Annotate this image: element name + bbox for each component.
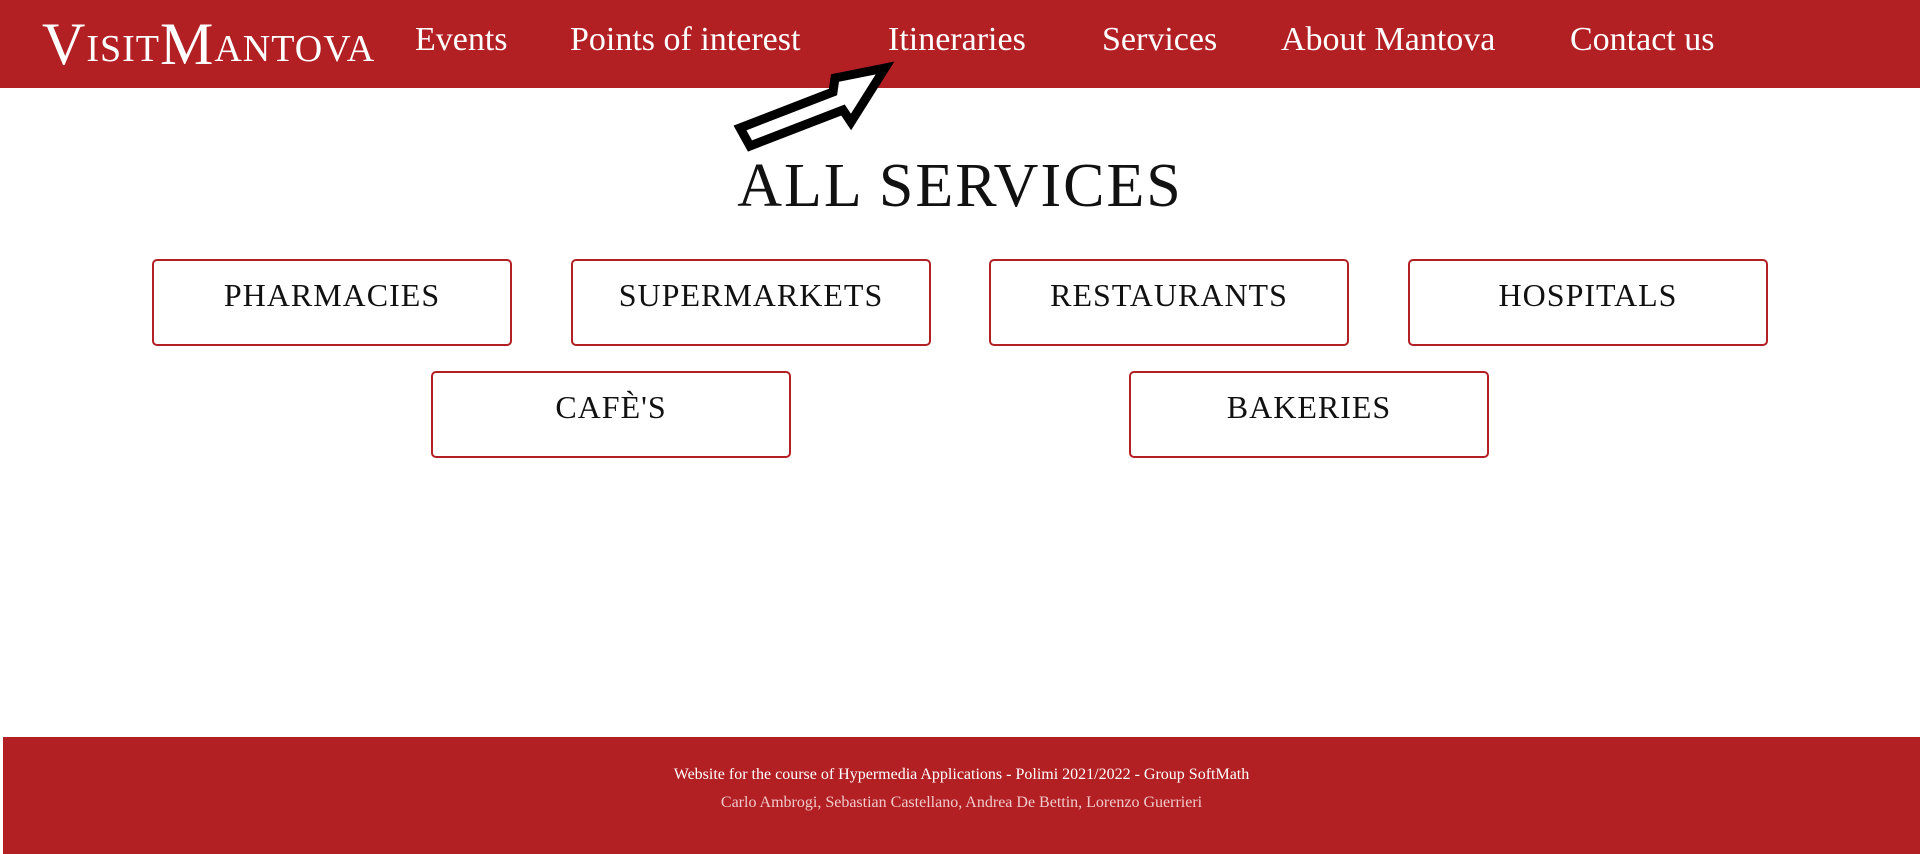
footer-authors: Carlo Ambrogi, Sebastian Castellano, And… <box>720 794 1203 811</box>
page-title: All services <box>737 152 1183 220</box>
top-navigation-bar: Visit Mantova Events Points of interest I… <box>0 0 1920 88</box>
footer-course-info: Website for the course of Hypermedia App… <box>673 766 1250 783</box>
logo-text: antova <box>214 28 376 70</box>
service-button-cafes[interactable]: Cafè's <box>431 371 791 458</box>
logo-letter: V <box>42 11 87 77</box>
nav-link-contact-us[interactable]: Contact us <box>1570 18 1714 62</box>
page-footer: Website for the course of Hypermedia App… <box>3 737 1920 854</box>
logo-letter: M <box>160 11 215 77</box>
nav-link-about-mantova[interactable]: About Mantova <box>1281 18 1495 62</box>
nav-link-points-of-interest[interactable]: Points of interest <box>570 18 800 62</box>
site-logo[interactable]: Visit Mantova <box>42 4 375 74</box>
service-button-hospitals[interactable]: Hospitals <box>1408 259 1768 346</box>
service-button-pharmacies[interactable]: Pharmacies <box>152 259 512 346</box>
service-button-restaurants[interactable]: Restaurants <box>989 259 1349 346</box>
service-button-bakeries[interactable]: Bakeries <box>1129 371 1489 458</box>
nav-link-events[interactable]: Events <box>415 18 508 62</box>
logo-text: isit <box>86 28 160 70</box>
nav-link-itineraries[interactable]: Itineraries <box>888 18 1026 62</box>
cursor-arrow-icon <box>733 61 895 152</box>
nav-link-services[interactable]: Services <box>1102 18 1217 62</box>
service-button-supermarkets[interactable]: Supermarkets <box>571 259 931 346</box>
